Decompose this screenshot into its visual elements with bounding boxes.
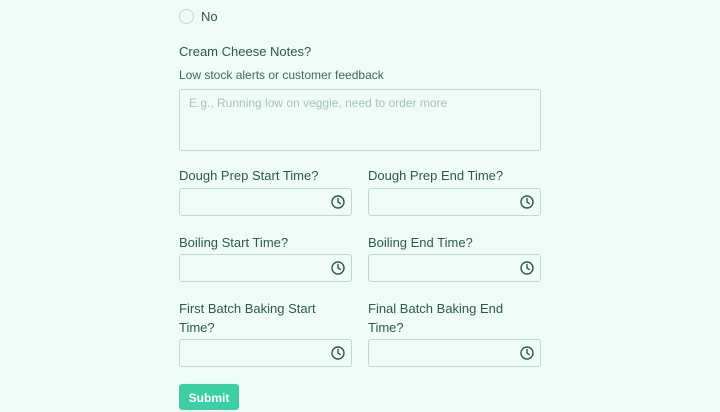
clock-icon[interactable] xyxy=(520,261,534,275)
clock-icon[interactable] xyxy=(520,346,534,360)
dough-prep-end-input[interactable] xyxy=(368,188,541,216)
boiling-end-label: Boiling End Time? xyxy=(368,235,473,250)
first-batch-start-input[interactable] xyxy=(179,339,352,367)
boiling-start-input[interactable] xyxy=(179,254,352,282)
cream-cheese-notes-placeholder: E.g., Running low on veggie, need to ord… xyxy=(189,96,448,110)
cream-cheese-notes-label: Cream Cheese Notes? xyxy=(179,44,312,59)
radio-button-no[interactable] xyxy=(179,9,194,24)
first-batch-start-label-line2: Time? xyxy=(179,320,215,335)
final-batch-end-input[interactable] xyxy=(368,339,541,367)
clock-icon[interactable] xyxy=(520,195,534,209)
boiling-start-label: Boiling Start Time? xyxy=(179,235,289,250)
final-batch-end-label-line1: Final Batch Baking End xyxy=(368,301,504,316)
clock-icon[interactable] xyxy=(331,261,345,275)
boiling-end-input[interactable] xyxy=(368,254,541,282)
radio-label-no: No xyxy=(201,9,218,24)
final-batch-end-label-line2: Time? xyxy=(368,320,404,335)
radio-option-no[interactable]: No xyxy=(179,9,218,24)
dough-prep-start-input[interactable] xyxy=(179,188,352,216)
clock-icon[interactable] xyxy=(331,195,345,209)
clock-icon[interactable] xyxy=(331,346,345,360)
submit-button[interactable]: Submit xyxy=(179,384,239,410)
final-batch-end-label: Final Batch Baking End Time? xyxy=(368,299,503,337)
dough-prep-start-label: Dough Prep Start Time? xyxy=(179,168,319,183)
first-batch-start-label: First Batch Baking Start Time? xyxy=(179,299,316,337)
cream-cheese-notes-help: Low stock alerts or customer feedback xyxy=(179,68,384,82)
dough-prep-end-label: Dough Prep End Time? xyxy=(368,168,504,183)
first-batch-start-label-line1: First Batch Baking Start xyxy=(179,301,316,316)
cream-cheese-notes-textarea[interactable]: E.g., Running low on veggie, need to ord… xyxy=(179,89,541,151)
